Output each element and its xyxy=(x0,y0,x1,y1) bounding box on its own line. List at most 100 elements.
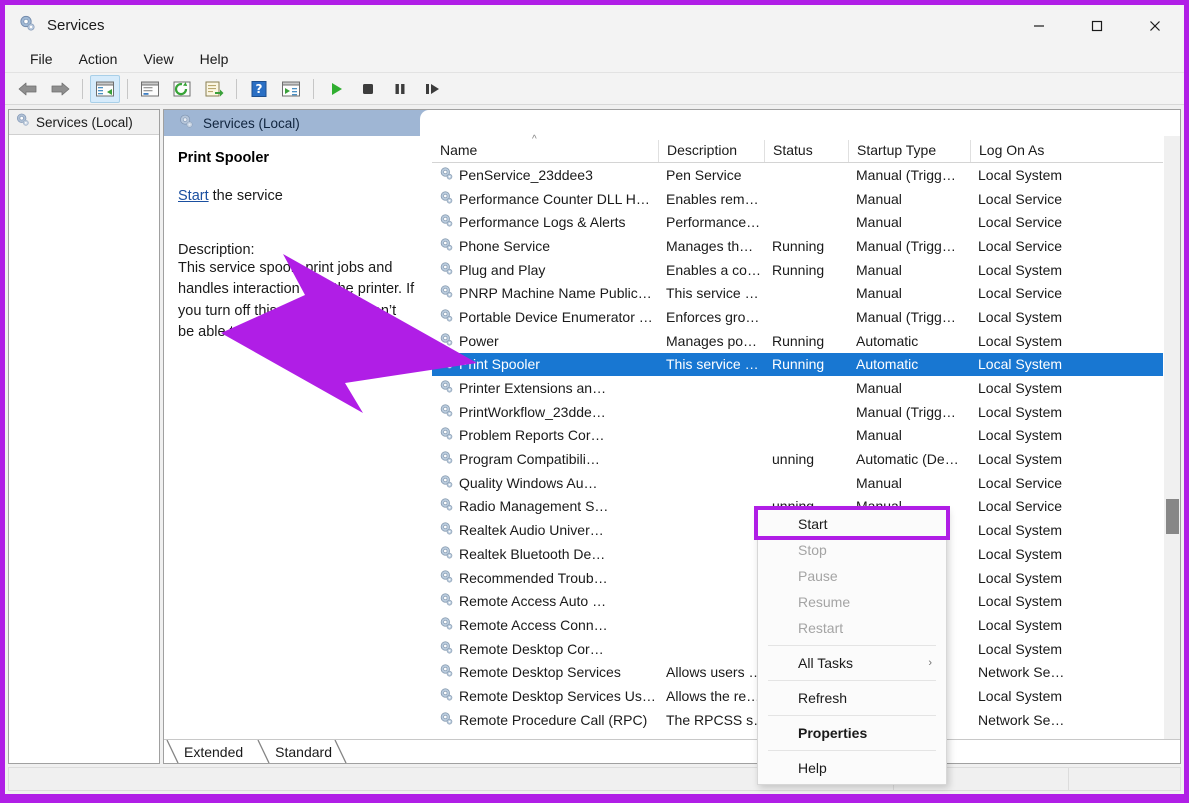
forward-arrow-icon[interactable] xyxy=(45,75,75,103)
refresh-circular-arrow-icon[interactable] xyxy=(167,75,197,103)
cell-startup-type: Manual xyxy=(856,380,902,397)
column-header-log-on-as[interactable]: Log On As xyxy=(970,140,1070,162)
action-pane-icon[interactable] xyxy=(276,75,306,103)
service-gear-icon xyxy=(439,403,454,421)
status-bar-segment-3 xyxy=(1069,767,1181,791)
service-gear-icon xyxy=(439,308,454,326)
service-context-menu: Start Stop Pause Resume Restart All Tasks › Ref… xyxy=(757,508,947,785)
cell-description: Enables a co… xyxy=(666,261,761,278)
cell-log-on-as: Local System xyxy=(978,522,1063,539)
services-gear-icon xyxy=(18,14,36,37)
properties-window-icon[interactable] xyxy=(135,75,165,103)
service-gear-icon xyxy=(439,569,454,587)
table-row[interactable]: Printer Extensions an… Manual Local System xyxy=(432,376,1163,400)
stop-square-icon[interactable] xyxy=(353,75,383,103)
cell-startup-type: Automatic xyxy=(856,332,919,349)
results-pane: Services (Local) Print Spooler Start the… xyxy=(163,109,1181,785)
menu-item-refresh[interactable]: Refresh xyxy=(758,685,946,711)
column-header-description[interactable]: Description xyxy=(658,140,764,162)
service-gear-icon xyxy=(439,190,454,208)
table-row[interactable]: PNRP Machine Name Public… This service … M… xyxy=(432,281,1163,305)
service-name-label: Printer Extensions an… xyxy=(459,380,607,397)
service-name-label: Print Spooler xyxy=(459,356,540,373)
service-gear-icon xyxy=(439,166,454,184)
cell-description: This service … xyxy=(666,285,759,302)
service-gear-icon xyxy=(439,261,454,279)
export-list-icon[interactable] xyxy=(199,75,229,103)
start-service-link[interactable]: Start xyxy=(178,188,209,204)
cell-log-on-as: Local System xyxy=(978,356,1063,373)
cell-name: Print Spooler xyxy=(432,355,658,373)
cell-description: The RPCSS s… xyxy=(666,711,764,728)
cell-log-on-as: Local System xyxy=(978,687,1063,704)
menu-view[interactable]: View xyxy=(130,48,186,70)
window-title: Services xyxy=(47,17,105,34)
vertical-scrollbar[interactable] xyxy=(1163,136,1180,739)
service-name-label: Remote Desktop Cor… xyxy=(459,640,604,657)
menu-help[interactable]: Help xyxy=(187,48,242,70)
table-row[interactable]: Program Compatibili… unning Automatic (De…… xyxy=(432,447,1163,471)
cell-log-on-as: Local Service xyxy=(978,190,1063,207)
table-row[interactable]: Portable Device Enumerator … Enforces gro… xyxy=(432,305,1163,329)
cell-name: Remote Access Auto … xyxy=(432,592,658,610)
service-gear-icon xyxy=(439,663,454,681)
cell-description: Performance… xyxy=(666,214,761,231)
back-arrow-icon[interactable] xyxy=(13,75,43,103)
menu-item-stop: Stop xyxy=(758,537,946,563)
service-gear-icon xyxy=(439,355,454,373)
cell-startup-type: Manual (Trigg… xyxy=(856,166,956,183)
table-row-selected[interactable]: Print Spooler This service … Running Automa… xyxy=(432,352,1163,377)
cell-name: Radio Management S… xyxy=(432,497,658,515)
service-name-label: Program Compatibili… xyxy=(459,451,600,468)
service-gear-icon xyxy=(439,592,454,610)
cell-name: PNRP Machine Name Public… xyxy=(432,284,658,302)
column-header-name[interactable]: ^ Name xyxy=(432,134,658,162)
cell-name: Portable Device Enumerator … xyxy=(432,308,658,326)
tab-left-slash-icon xyxy=(166,740,180,763)
question-mark-help-icon[interactable]: ? xyxy=(244,75,274,103)
cell-description: Enables rem… xyxy=(666,190,759,207)
table-row[interactable]: Plug and Play Enables a co… Running Manual L… xyxy=(432,258,1163,282)
table-row[interactable]: Power Manages po… Running Automatic Local Sy… xyxy=(432,329,1163,353)
service-name-label: Remote Access Auto … xyxy=(459,593,607,610)
table-row[interactable]: Problem Reports Cor… Manual Local System xyxy=(432,424,1163,448)
table-row[interactable]: Quality Windows Au… Manual Local Service xyxy=(432,471,1163,495)
tab-extended[interactable]: Extended xyxy=(166,740,257,763)
table-row[interactable]: PenService_23ddee3 Pen Service Manual (Tri… xyxy=(432,163,1163,187)
cell-log-on-as: Local Service xyxy=(978,237,1063,254)
cell-startup-type: Automatic (De… xyxy=(856,451,959,468)
table-row[interactable]: Phone Service Manages th… Running Manual (T… xyxy=(432,234,1163,258)
close-button[interactable] xyxy=(1126,5,1184,46)
tab-standard[interactable]: Standard xyxy=(257,740,346,763)
menu-item-all-tasks[interactable]: All Tasks › xyxy=(758,650,946,676)
cell-name: Quality Windows Au… xyxy=(432,474,658,492)
table-row[interactable]: PrintWorkflow_23dde… Manual (Trigg… Local … xyxy=(432,400,1163,424)
toolbar-separator xyxy=(236,78,237,99)
cell-log-on-as: Local Service xyxy=(978,285,1063,302)
service-gear-icon xyxy=(439,521,454,539)
pause-bars-icon[interactable] xyxy=(385,75,415,103)
cell-status: Running xyxy=(772,356,825,373)
cell-log-on-as: Local System xyxy=(978,403,1063,420)
minimize-button[interactable] xyxy=(1010,5,1068,46)
table-row[interactable]: Performance Counter DLL H… Enables rem… Ma… xyxy=(432,187,1163,211)
column-header-startup-type[interactable]: Startup Type xyxy=(848,140,970,162)
menu-item-properties[interactable]: Properties xyxy=(758,720,946,746)
cell-log-on-as: Local System xyxy=(978,261,1063,278)
service-name-label: Realtek Audio Univer… xyxy=(459,522,604,539)
menu-item-help[interactable]: Help xyxy=(758,755,946,781)
cell-description: Manages po… xyxy=(666,332,758,349)
status-bar xyxy=(5,764,1184,794)
maximize-button[interactable] xyxy=(1068,5,1126,46)
menu-action[interactable]: Action xyxy=(66,48,131,70)
menu-file[interactable]: File xyxy=(17,48,66,70)
column-header-status[interactable]: Status xyxy=(764,140,848,162)
console-tree-icon[interactable] xyxy=(90,74,120,103)
play-triangle-icon[interactable] xyxy=(321,75,351,103)
scrollbar-thumb[interactable] xyxy=(1166,499,1179,534)
service-gear-icon xyxy=(439,426,454,444)
restart-icon[interactable] xyxy=(417,75,447,103)
screenshot-root: Services File Action View Help ? Service… xyxy=(0,0,1189,803)
tree-root-item[interactable]: Services (Local) xyxy=(9,110,159,135)
table-row[interactable]: Performance Logs & Alerts Performance… Man… xyxy=(432,210,1163,234)
